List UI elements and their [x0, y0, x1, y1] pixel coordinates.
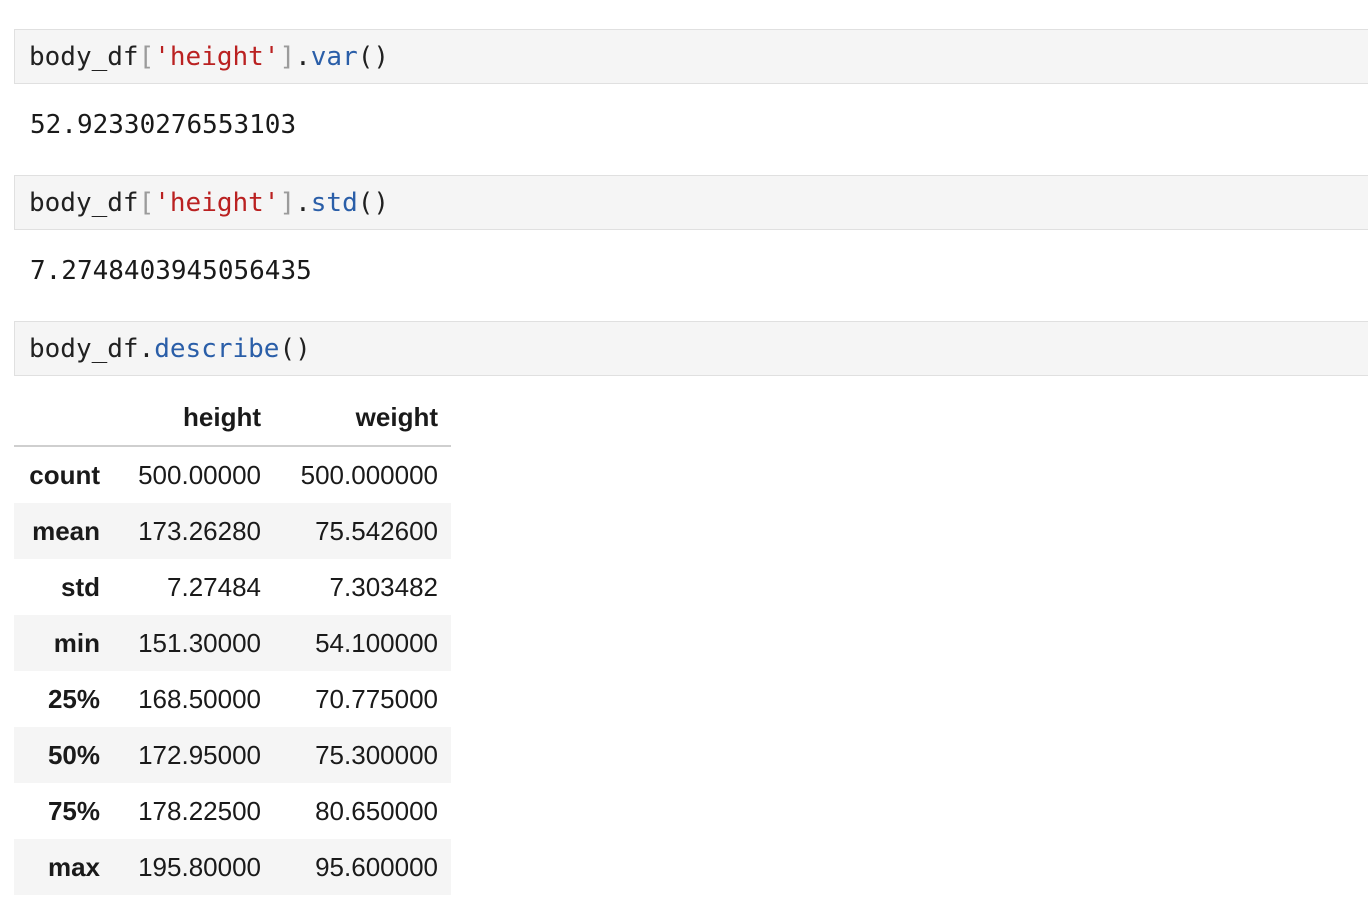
row-label: mean — [32, 515, 100, 546]
table-row: 25% 168.50000 70.775000 — [14, 671, 451, 727]
code-cell-input-var[interactable]: body_df['height']. var() — [14, 29, 1368, 84]
table-cell-weight: 75.542600 — [315, 515, 438, 546]
code-token-method: describe — [154, 333, 280, 364]
table-cell-height: 173.26280 — [138, 515, 261, 546]
row-label: std — [61, 571, 100, 602]
code-token-variable: body_df — [29, 333, 139, 364]
code-token-bracket: ] — [279, 41, 296, 72]
table-cell-weight: 54.100000 — [315, 627, 438, 658]
row-label: min — [53, 627, 100, 658]
code-cell-input-std[interactable]: body_df['height']. std() — [14, 175, 1368, 230]
column-header-height: height — [113, 389, 274, 447]
code-token-dot: . — [138, 333, 155, 364]
table-row: count 500.00000 500.000000 — [14, 446, 451, 503]
code-token-string: 'height' — [154, 41, 280, 72]
code-token-method: var — [310, 41, 358, 72]
table-cell-weight: 7.303482 — [329, 571, 438, 602]
table-cell-weight: 80.650000 — [315, 795, 438, 826]
code-token-bracket: ] — [279, 187, 296, 218]
table-cell-weight: 70.775000 — [315, 683, 438, 714]
table-cell-height: 178.22500 — [138, 795, 261, 826]
code-token-dot: . — [295, 187, 311, 218]
code-token-parens: () — [357, 187, 390, 218]
table-cell-height: 500.00000 — [138, 459, 261, 490]
row-label: 50% — [47, 739, 100, 770]
table-cell-height: 151.30000 — [138, 627, 261, 658]
table-header-row: height weight — [14, 389, 451, 447]
table-row: min 151.30000 54.100000 — [14, 615, 451, 671]
cell-output-var: 52.92330276553103 — [30, 110, 297, 140]
code-cell-input-describe[interactable]: body_df. describe() — [14, 321, 1368, 376]
code-token-bracket: [ — [138, 187, 155, 218]
table-row: std 7.27484 7.303482 — [14, 559, 451, 615]
code-token-parens: () — [357, 41, 390, 72]
code-token-dot: . — [295, 41, 311, 72]
row-label: 75% — [47, 795, 100, 826]
row-label: 25% — [47, 683, 100, 714]
table-cell-height: 195.80000 — [138, 851, 261, 882]
code-token-string: 'height' — [154, 187, 280, 218]
table-cell-weight: 75.300000 — [315, 739, 438, 770]
table-cell-height: 168.50000 — [138, 683, 261, 714]
table-index-header — [14, 389, 113, 447]
table-cell-height: 172.95000 — [138, 739, 261, 770]
row-label: count — [29, 459, 100, 490]
describe-output-table: height weight count 500.00000 500.000000… — [14, 389, 451, 895]
table-cell-height: 7.27484 — [167, 571, 261, 602]
code-token-variable: body_df — [29, 187, 139, 218]
column-header-weight: weight — [274, 389, 451, 447]
code-token-variable: body_df — [29, 41, 139, 72]
table-row: mean 173.26280 75.542600 — [14, 503, 451, 559]
table-row: 75% 178.22500 80.650000 — [14, 783, 451, 839]
table-cell-weight: 95.600000 — [315, 851, 438, 882]
code-token-parens: () — [279, 333, 311, 364]
code-token-bracket: [ — [138, 41, 155, 72]
cell-output-std: 7.2748403945056435 — [30, 256, 312, 286]
code-token-method: std — [310, 187, 358, 218]
row-label: max — [47, 851, 100, 882]
table-cell-weight: 500.000000 — [300, 459, 438, 490]
table-row: max 195.80000 95.600000 — [14, 839, 451, 895]
table-row: 50% 172.95000 75.300000 — [14, 727, 451, 783]
